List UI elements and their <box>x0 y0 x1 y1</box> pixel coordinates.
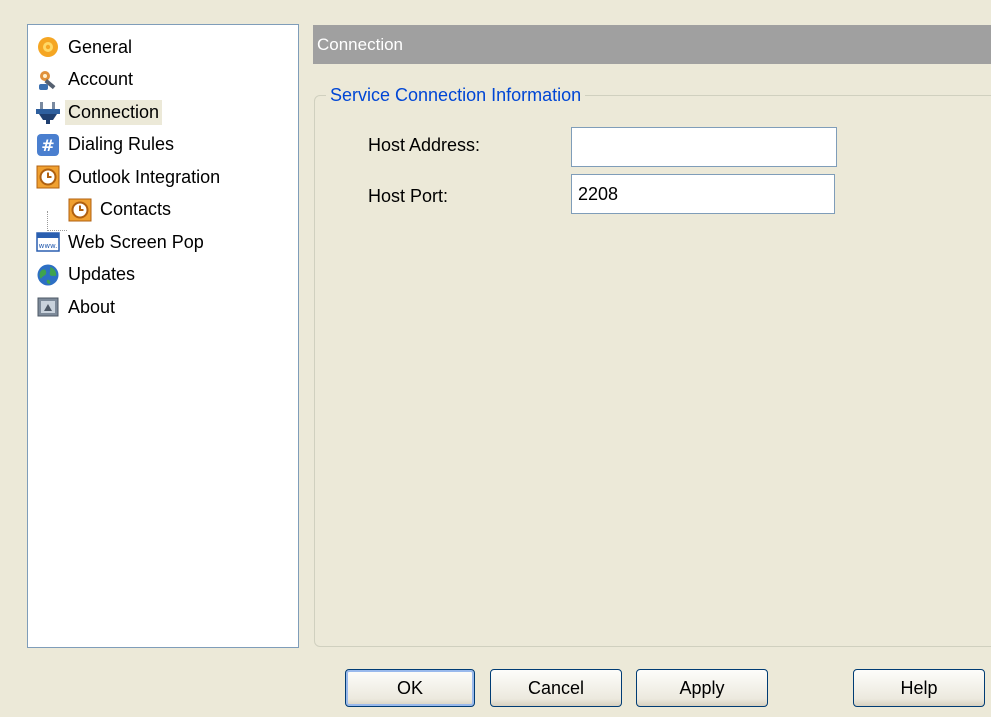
hash-icon: # <box>37 133 59 156</box>
sidebar-item-label: Updates <box>68 264 136 285</box>
sidebar-item-dialing-rules[interactable]: # Dialing Rules <box>28 129 298 162</box>
sidebar-item-label: Contacts <box>100 199 172 220</box>
apply-button[interactable]: Apply <box>636 669 768 707</box>
svg-text:www.: www. <box>39 242 58 250</box>
page-title: Connection <box>313 25 991 64</box>
sidebar-item-outlook-integration[interactable]: Outlook Integration <box>28 161 298 194</box>
host-address-input[interactable] <box>571 127 837 167</box>
about-icon <box>37 297 59 317</box>
www-icon: www. <box>36 232 60 252</box>
sidebar-item-connection[interactable]: Connection <box>28 96 298 129</box>
sidebar-item-label: Outlook Integration <box>68 166 221 187</box>
sidebar-item-label: Web Screen Pop <box>68 231 204 252</box>
sidebar-item-updates[interactable]: Updates <box>28 259 298 292</box>
ok-button[interactable]: OK <box>345 669 475 707</box>
sidebar-item-label: General <box>68 36 133 57</box>
sidebar-item-contacts[interactable]: Contacts <box>28 194 298 227</box>
group-title: Service Connection Information <box>326 84 586 106</box>
clock-icon <box>68 198 92 222</box>
svg-text:#: # <box>41 136 54 155</box>
host-port-label: Host Port: <box>368 186 449 206</box>
plug-icon <box>36 102 60 125</box>
user-key-icon <box>39 70 56 90</box>
sidebar-item-general[interactable]: General <box>28 31 298 64</box>
sidebar-item-label: Connection <box>65 99 163 125</box>
sidebar-item-account[interactable]: Account <box>28 64 298 97</box>
sidebar-item-web-screen-pop[interactable]: www. Web Screen Pop <box>28 226 298 259</box>
sidebar-item-label: About <box>68 296 116 317</box>
host-port-input[interactable] <box>571 174 835 214</box>
host-address-label: Host Address: <box>368 135 481 155</box>
sidebar-item-label: Account <box>68 69 134 90</box>
help-button[interactable]: Help <box>853 669 985 707</box>
sidebar-item-label: Dialing Rules <box>68 134 175 155</box>
settings-nav-tree[interactable]: General Account Connection # Dialing Rul… <box>27 24 299 648</box>
cancel-button[interactable]: Cancel <box>490 669 622 707</box>
sun-gear-icon <box>38 37 58 58</box>
globe-icon <box>37 264 59 286</box>
sidebar-item-about[interactable]: About <box>28 291 298 324</box>
clock-icon <box>36 165 60 189</box>
